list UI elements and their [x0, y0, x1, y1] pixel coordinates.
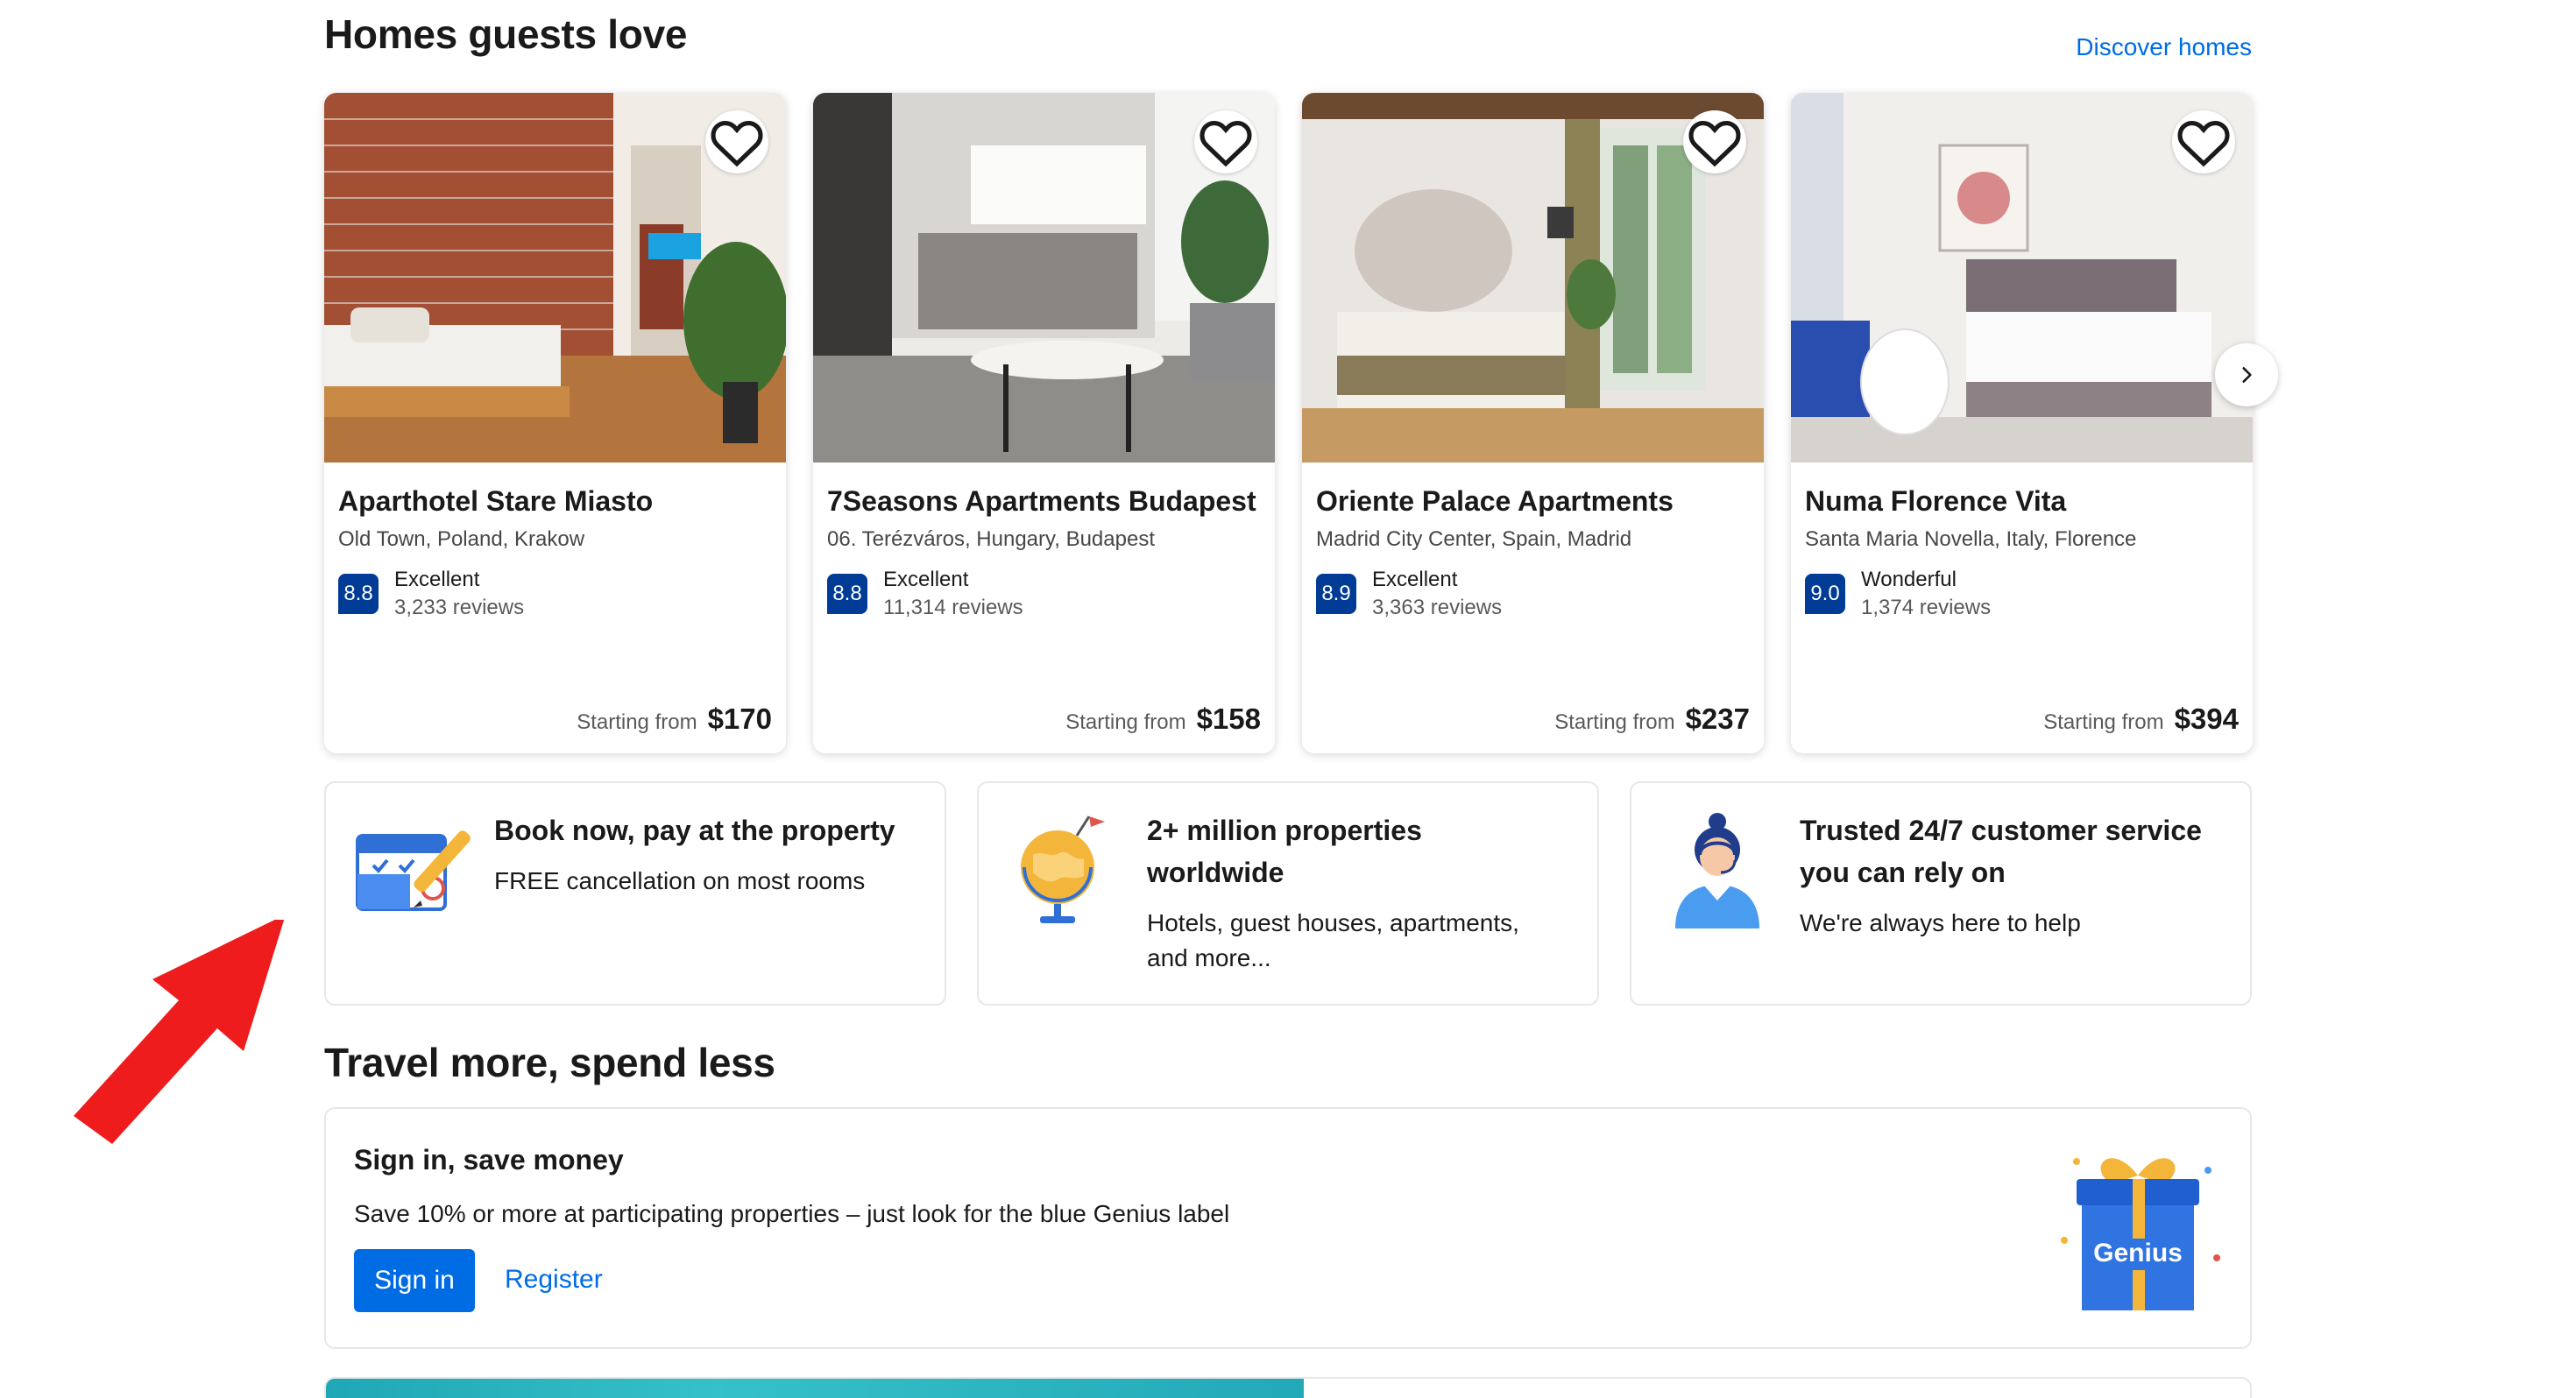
price-amount: $237	[1685, 703, 1750, 735]
price-label: Starting from	[1065, 710, 1186, 734]
property-location: Santa Maria Novella, Italy, Florence	[1805, 527, 2137, 551]
feature-box: Book now, pay at the property FREE cance…	[324, 781, 946, 1006]
property-price: Starting from $394	[2043, 703, 2239, 736]
property-card[interactable]: Oriente Palace Apartments Madrid City Ce…	[1302, 93, 1764, 753]
genius-card-description: Save 10% or more at participating proper…	[354, 1200, 1230, 1227]
property-name[interactable]: Aparthotel Stare Miasto	[338, 480, 772, 522]
price-amount: $394	[2174, 703, 2239, 735]
property-photo[interactable]	[324, 93, 786, 462]
property-rating: 8.9 Excellent 3,363 reviews	[1316, 566, 1750, 622]
globe-icon	[1021, 816, 1105, 923]
rating-word: Excellent	[883, 568, 969, 591]
register-link[interactable]: Register	[505, 1265, 603, 1295]
price-label: Starting from	[2043, 710, 2164, 734]
property-rating: 9.0 Wonderful 1,374 reviews	[1805, 566, 2239, 622]
review-count: 1,374 reviews	[1861, 596, 1992, 619]
heart-icon	[711, 121, 763, 167]
sign-in-button[interactable]: Sign in	[354, 1249, 475, 1312]
property-details: Numa Florence Vita Santa Maria Novella, …	[1791, 462, 2253, 753]
property-name[interactable]: Oriente Palace Apartments	[1316, 480, 1750, 522]
discover-homes-link[interactable]: Discover homes	[2076, 33, 2252, 61]
calendar-icon	[356, 830, 471, 911]
property-location: Madrid City Center, Spain, Madrid	[1316, 527, 1632, 551]
genius-signin-card: Sign in, save money Save 10% or more at …	[324, 1107, 2252, 1349]
review-score-badge: 8.8	[827, 574, 867, 614]
feature-box: 2+ million properties worldwide Hotels, …	[977, 781, 1599, 1006]
review-count: 3,233 reviews	[394, 596, 525, 619]
genius-gift-icon: Genius	[2061, 1158, 2220, 1310]
rating-word: Excellent	[394, 568, 480, 591]
property-card[interactable]: Aparthotel Stare Miasto Old Town, Poland…	[324, 93, 786, 753]
property-name[interactable]: 7Seasons Apartments Budapest	[827, 480, 1261, 522]
annotation-arrow-icon	[74, 920, 285, 1144]
property-details: 7Seasons Apartments Budapest 06. Terézvá…	[813, 462, 1275, 753]
property-details: Oriente Palace Apartments Madrid City Ce…	[1302, 462, 1764, 753]
save-favorite-button[interactable]	[705, 110, 768, 173]
property-name[interactable]: Numa Florence Vita	[1805, 480, 2239, 522]
property-card[interactable]: 7Seasons Apartments Budapest 06. Terézvá…	[813, 93, 1275, 753]
heart-icon	[1200, 121, 1252, 167]
property-carousel: Aparthotel Stare Miasto Old Town, Poland…	[324, 93, 2278, 755]
review-score-badge: 8.9	[1316, 574, 1356, 614]
property-location: 06. Terézváros, Hungary, Budapest	[827, 527, 1155, 551]
chevron-right-icon	[2242, 367, 2252, 383]
travel-section-title: Travel more, spend less	[324, 1040, 775, 1085]
property-photo[interactable]	[1302, 93, 1764, 462]
homes-section-title: Homes guests love	[324, 11, 688, 57]
feature-title: Book now, pay at the property	[494, 815, 895, 846]
heart-icon	[2177, 121, 2230, 167]
feature-title: 2+ million properties worldwide	[1147, 815, 1422, 888]
feature-description: Hotels, guest houses, apartments, and mo…	[1147, 909, 1519, 971]
save-favorite-button[interactable]	[2172, 110, 2235, 173]
property-location: Old Town, Poland, Krakow	[338, 527, 585, 551]
rating-word: Wonderful	[1861, 568, 1957, 591]
review-count: 3,363 reviews	[1372, 596, 1503, 619]
price-label: Starting from	[577, 710, 697, 734]
save-favorite-button[interactable]	[1194, 110, 1257, 173]
save-favorite-button[interactable]	[1683, 110, 1746, 173]
feature-box: Trusted 24/7 customer service you can re…	[1630, 781, 2252, 1006]
property-photo[interactable]	[813, 93, 1275, 462]
heart-icon	[1688, 121, 1741, 167]
price-label: Starting from	[1554, 710, 1675, 734]
property-price: Starting from $170	[577, 703, 772, 736]
property-price: Starting from $158	[1065, 703, 1261, 736]
property-price: Starting from $237	[1554, 703, 1750, 736]
price-amount: $158	[1196, 703, 1261, 735]
review-count: 11,314 reviews	[883, 596, 1023, 619]
carousel-next-button[interactable]	[2215, 343, 2278, 406]
rating-word: Excellent	[1372, 568, 1458, 591]
next-section-preview	[324, 1377, 2252, 1398]
property-card[interactable]: Numa Florence Vita Santa Maria Novella, …	[1791, 93, 2253, 753]
price-amount: $170	[707, 703, 772, 735]
support-agent-icon	[1675, 813, 1759, 928]
feature-description: FREE cancellation on most rooms	[494, 867, 866, 894]
value-props: Book now, pay at the property FREE cance…	[324, 781, 2252, 1009]
property-photo[interactable]	[1791, 93, 2253, 462]
property-rating: 8.8 Excellent 11,314 reviews	[827, 566, 1261, 622]
property-rating: 8.8 Excellent 3,233 reviews	[338, 566, 772, 622]
destination-image	[326, 1379, 1304, 1398]
review-score-badge: 8.8	[338, 574, 379, 614]
feature-description: We're always here to help	[1800, 909, 2081, 936]
feature-title: Trusted 24/7 customer service you can re…	[1800, 815, 2202, 888]
review-score-badge: 9.0	[1805, 574, 1845, 614]
genius-card-title: Sign in, save money	[354, 1144, 624, 1176]
genius-gift-label: Genius	[2093, 1239, 2183, 1267]
property-details: Aparthotel Stare Miasto Old Town, Poland…	[324, 462, 786, 753]
